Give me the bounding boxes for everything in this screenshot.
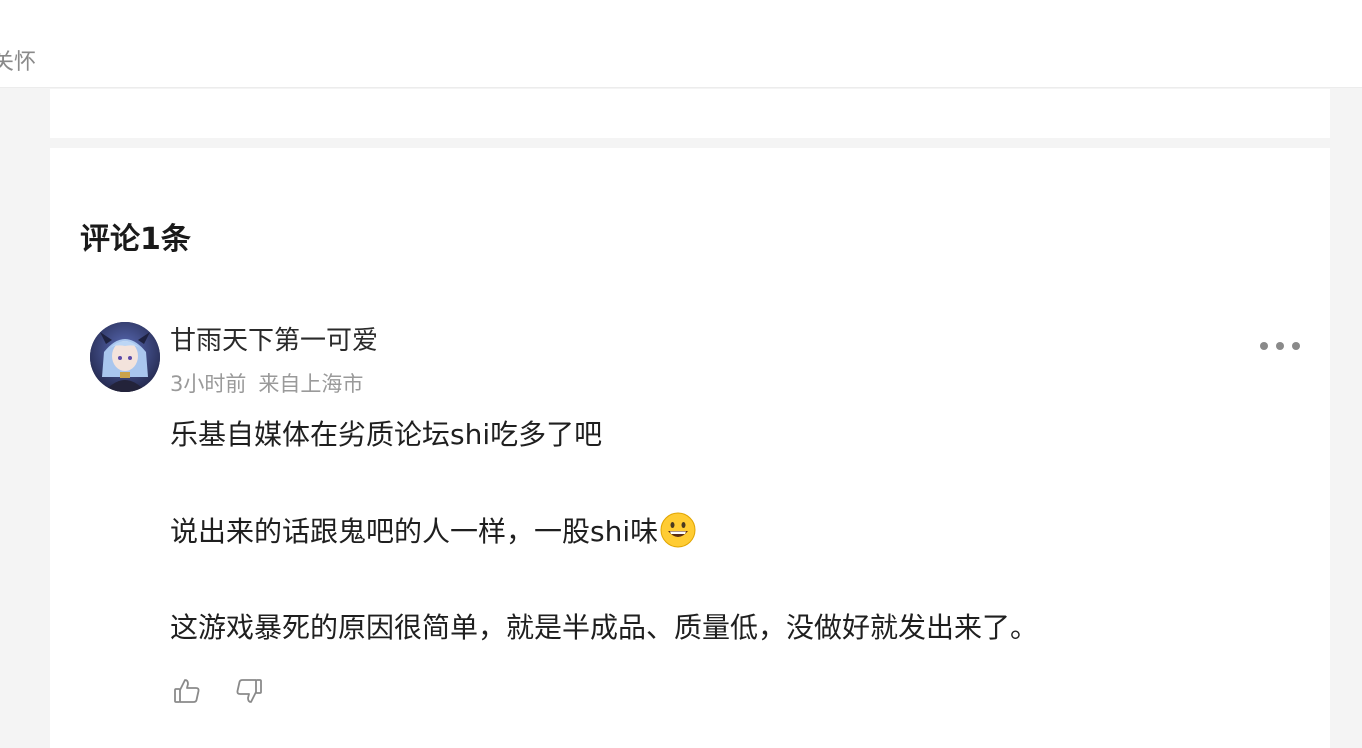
comment-paragraph-2: 说出来的话跟鬼吧的人一样，一股shi味	[170, 512, 1270, 551]
comment-location: 来自上海市	[258, 372, 364, 396]
comment-actions	[170, 674, 266, 708]
thumbs-up-glyph	[174, 679, 200, 703]
comments-count-title: 评论1条	[80, 222, 191, 257]
comment-meta: 3小时前 来自上海市	[170, 370, 363, 398]
more-dot	[1276, 342, 1284, 350]
comment-body: 乐基自媒体在劣质论坛shi吃多了吧 说出来的话跟鬼吧的人一样，一股shi味 这游…	[170, 416, 1270, 705]
comment-paragraph-1: 乐基自媒体在劣质论坛shi吃多了吧	[170, 418, 603, 451]
more-dot	[1260, 342, 1268, 350]
user-avatar[interactable]	[90, 322, 160, 392]
comments-section: 评论1条 甘雨天下第一可爱 3小时前 来自上海市 乐基自媒体在劣质论坛shi吃多…	[50, 148, 1330, 748]
comment-time: 3小时前	[170, 372, 247, 396]
thumbs-up-icon[interactable]	[170, 674, 204, 708]
comment-paragraph-3: 这游戏暴死的原因很简单，就是半成品、质量低，没做好就发出来了。	[170, 611, 1039, 644]
top-bar: 关怀	[0, 0, 1362, 88]
top-bar-partial-text: 关怀	[0, 50, 37, 75]
grinning-face-icon	[660, 512, 696, 548]
comment-paragraph-2-text: 说出来的话跟鬼吧的人一样，一股shi味	[170, 515, 659, 548]
thumbs-down-glyph	[236, 679, 262, 703]
more-dot	[1292, 342, 1300, 350]
avatar-image	[90, 322, 160, 392]
thumbs-down-icon[interactable]	[232, 674, 266, 708]
more-dots-icon[interactable]	[1260, 334, 1300, 358]
previous-card-bottom	[50, 89, 1330, 138]
comment-username[interactable]: 甘雨天下第一可爱	[170, 324, 378, 358]
